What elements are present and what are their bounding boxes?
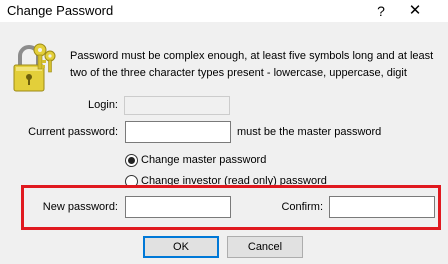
- change-master-label[interactable]: Change master password: [141, 154, 266, 166]
- confirm-label: Confirm:: [281, 201, 323, 213]
- help-button[interactable]: ?: [368, 0, 394, 22]
- window-title: Change Password: [7, 3, 114, 18]
- login-label: Login:: [88, 99, 118, 111]
- lock-with-keys-icon: [13, 43, 56, 92]
- ok-button[interactable]: OK: [143, 236, 219, 258]
- password-rules-text: Password must be complex enough, at leas…: [70, 50, 434, 79]
- current-password-input[interactable]: [125, 121, 231, 143]
- new-password-label: New password:: [42, 201, 118, 213]
- new-password-input[interactable]: [125, 196, 231, 218]
- confirm-password-input[interactable]: [329, 196, 435, 218]
- current-password-hint: must be the master password: [237, 126, 382, 138]
- login-field: [124, 96, 230, 115]
- change-master-radio[interactable]: [125, 154, 138, 167]
- title-bar: Change Password ? ✕: [0, 0, 448, 22]
- cancel-button[interactable]: Cancel: [227, 236, 303, 258]
- current-password-label: Current password:: [28, 126, 118, 138]
- close-button[interactable]: ✕: [402, 0, 428, 22]
